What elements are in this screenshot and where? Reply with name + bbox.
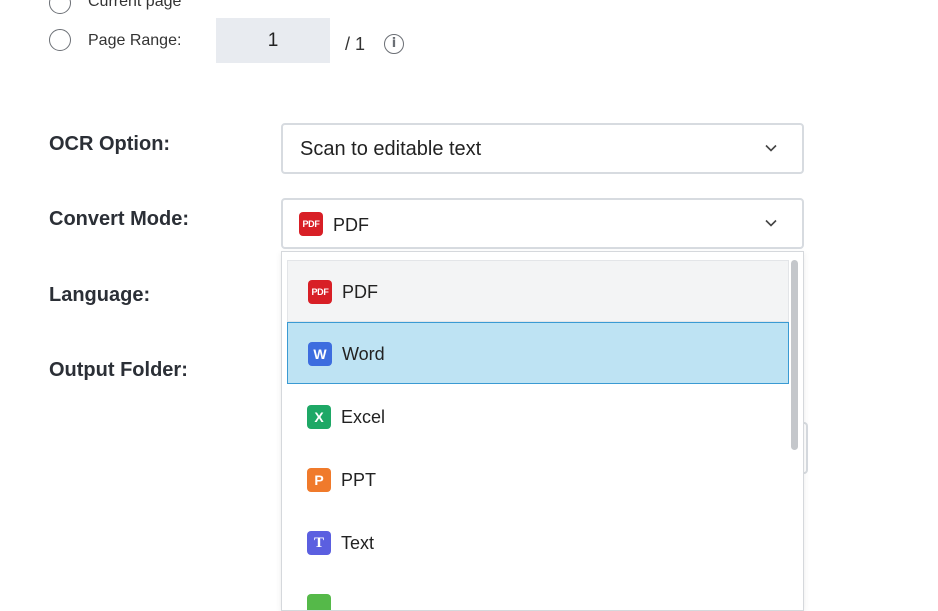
option-label: Excel xyxy=(341,407,386,427)
dropdown-option-image[interactable] xyxy=(287,575,789,610)
option-label: Word xyxy=(342,344,385,364)
text-icon: T xyxy=(307,531,331,555)
convert-mode-dropdown: PDF PDF W Word X Excel P PPT T Text xyxy=(281,251,804,611)
info-icon[interactable]: i xyxy=(384,34,404,54)
ocr-option-select[interactable]: Scan to editable text xyxy=(281,123,804,174)
language-label: Language: xyxy=(49,284,151,306)
dropdown-option-text[interactable]: T Text xyxy=(287,512,789,574)
option-label: Text xyxy=(341,533,375,553)
convert-mode-select[interactable]: PDF PDF xyxy=(281,198,804,249)
output-folder-label: Output Folder: xyxy=(49,359,188,381)
pdf-icon: PDF xyxy=(308,280,332,304)
current-page-label: Current page xyxy=(88,0,182,10)
pdf-icon: PDF xyxy=(299,212,323,236)
chevron-down-icon xyxy=(765,144,777,152)
dropdown-option-ppt[interactable]: P PPT xyxy=(287,449,789,511)
page-range-label: Page Range: xyxy=(88,32,182,49)
dropdown-option-excel[interactable]: X Excel xyxy=(287,386,789,448)
ocr-option-value: Scan to editable text xyxy=(300,138,482,160)
page-range-input[interactable]: 1 xyxy=(216,18,330,63)
option-label: PDF xyxy=(342,282,378,302)
total-pages: / 1 xyxy=(345,34,366,54)
dropdown-option-word[interactable]: W Word xyxy=(287,322,789,384)
dropdown-option-pdf[interactable]: PDF PDF xyxy=(287,260,789,322)
excel-icon: X xyxy=(307,405,331,429)
word-icon: W xyxy=(308,342,332,366)
convert-mode-label: Convert Mode: xyxy=(49,208,189,230)
ppt-icon: P xyxy=(307,468,331,492)
convert-mode-value: PDF xyxy=(333,215,369,235)
current-page-radio[interactable] xyxy=(49,0,71,14)
dropdown-scrollbar[interactable] xyxy=(791,260,798,450)
image-icon xyxy=(307,594,331,610)
option-label: PPT xyxy=(341,470,377,490)
page-range-radio[interactable] xyxy=(49,29,71,51)
ocr-option-label: OCR Option: xyxy=(49,133,171,155)
chevron-down-icon xyxy=(765,219,777,227)
